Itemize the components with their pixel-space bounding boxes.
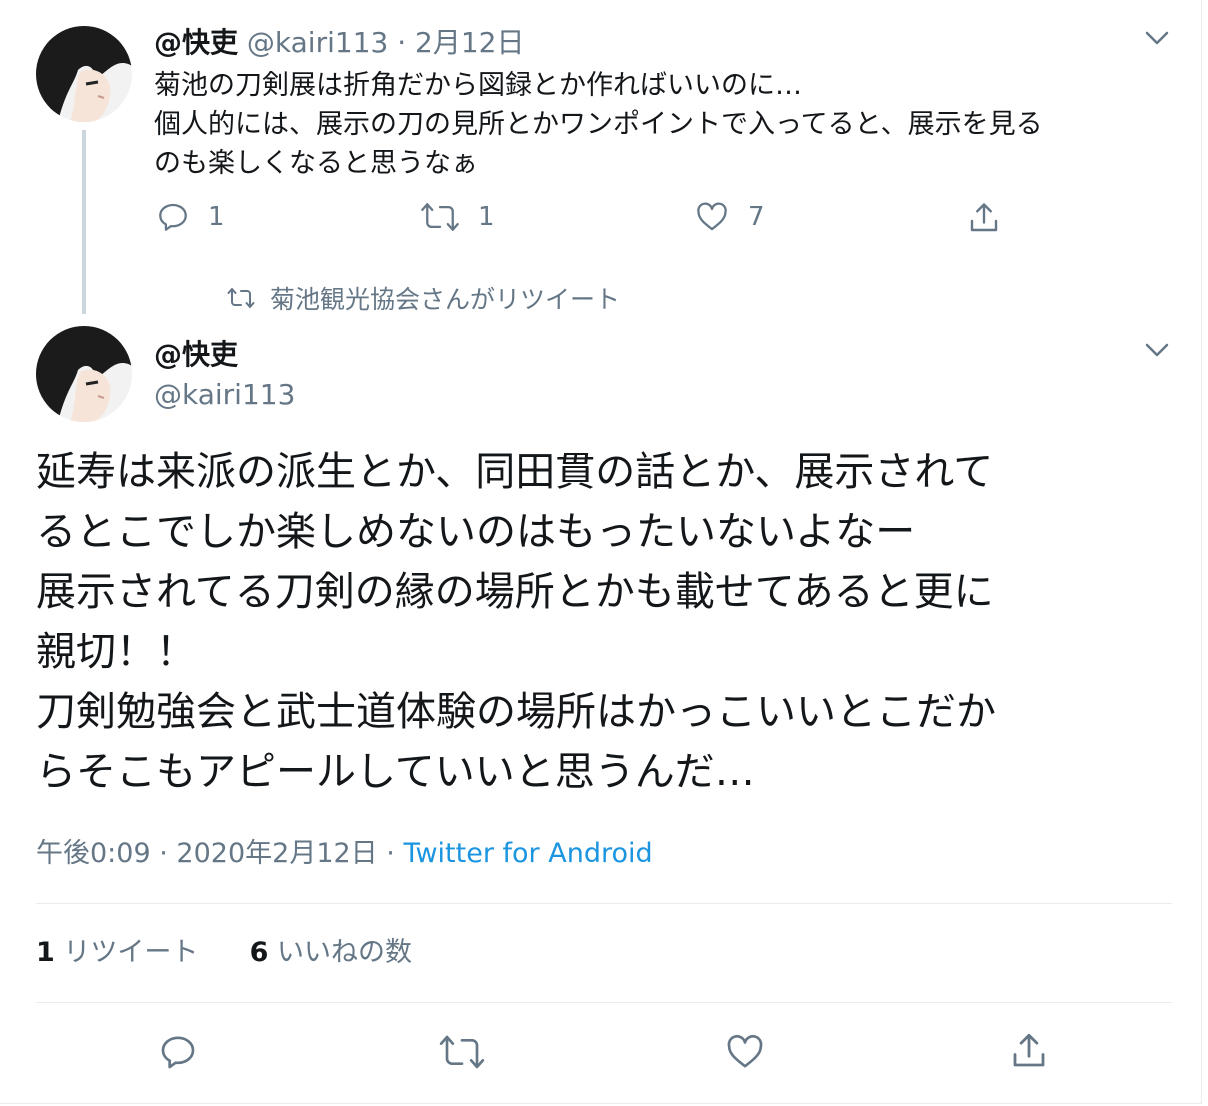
tweet-time[interactable]: 午後0:09	[36, 838, 151, 869]
chevron-down-icon[interactable]	[1144, 342, 1170, 360]
user-handle[interactable]: @kairi113	[247, 26, 388, 59]
tweet-text-line: 親切！！	[36, 629, 196, 675]
divider	[36, 1002, 1172, 1003]
user-handle[interactable]: @kairi113	[154, 376, 295, 414]
reply-button[interactable]: 1	[156, 200, 225, 234]
retweet-button[interactable]: 1	[420, 200, 495, 234]
tweet-date[interactable]: 2020年2月12日	[176, 838, 377, 869]
tweet-text-line: 延寿は来派の派生とか、同田貫の話とか、展示されて	[36, 449, 994, 495]
tweet-text-line: 菊池の刀剣展は折角だから図録とか作ればいいのに…	[154, 70, 802, 101]
avatar-image	[36, 326, 132, 422]
tweet-text-line: るとこでしか楽しめないのはもったいないよなー	[36, 509, 916, 555]
divider	[36, 903, 1172, 904]
tweet-text-line: 展示されてる刀剣の縁の場所とかも載せてあると更に	[36, 569, 994, 615]
like-button[interactable]	[724, 1032, 766, 1072]
retweet-context-label: 菊池観光協会さんがリツイート	[270, 285, 621, 314]
likes-label: いいねの数	[276, 937, 412, 968]
reply-tweet-text: 菊池の刀剣展は折角だから図録とか作ればいいのに… 個人的には、展示の刀の見所とか…	[154, 66, 1164, 183]
tweet-text-line: のも楽しくなると思うなぁ	[154, 148, 478, 179]
reply-button[interactable]	[158, 1032, 198, 1072]
separator: ·	[397, 26, 407, 59]
reply-count: 1	[208, 202, 225, 232]
retweet-button[interactable]	[438, 1032, 486, 1072]
tweet-date[interactable]: 2月12日	[415, 26, 524, 59]
like-count: 7	[748, 202, 765, 232]
tweet-text-line: 刀剣勉強会と武士道体験の場所はかっこいいとこだか	[36, 689, 996, 735]
display-name[interactable]: @快吏	[154, 336, 238, 374]
display-name[interactable]: @快吏	[154, 26, 238, 59]
share-button[interactable]	[1008, 1030, 1050, 1072]
tweet-stats: 1 リツイート 6 いいねの数	[36, 934, 412, 972]
reply-header: @快吏 @kairi113 · 2月12日	[154, 24, 525, 62]
share-button[interactable]	[966, 200, 1002, 236]
likes-count: 6	[249, 937, 269, 968]
share-icon	[1013, 1033, 1045, 1067]
tweet-text-line: らそこもアピールしていいと思うんだ…	[36, 749, 755, 795]
retweet-icon	[227, 288, 255, 308]
avatar[interactable]	[36, 26, 132, 122]
avatar-image	[36, 26, 132, 122]
separator: ·	[386, 838, 395, 869]
like-icon	[727, 1034, 763, 1068]
main-tweet-text: 延寿は来派の派生とか、同田貫の話とか、展示されて るとこでしか楽しめないのはもっ…	[36, 442, 1176, 802]
retweets-stat[interactable]: 1 リツイート	[36, 937, 207, 968]
like-button[interactable]: 7	[694, 200, 765, 234]
tweet-source-link[interactable]: Twitter for Android	[403, 838, 652, 869]
likes-stat[interactable]: 6 いいねの数	[250, 937, 412, 968]
retweet-context[interactable]: 菊池観光協会さんがリツイート	[226, 280, 620, 316]
avatar[interactable]	[36, 326, 132, 422]
reply-icon	[161, 1036, 195, 1069]
tweet-text-line: 個人的には、展示の刀の見所とかワンポイントで入ってると、展示を見る	[154, 109, 1043, 140]
retweets-label: リツイート	[63, 937, 199, 968]
separator: ·	[159, 838, 168, 869]
chevron-down-icon[interactable]	[1144, 30, 1170, 48]
retweet-icon	[439, 1035, 485, 1069]
retweets-count: 1	[36, 937, 55, 968]
like-icon	[697, 202, 727, 231]
retweet-count: 1	[478, 202, 495, 232]
retweet-icon	[421, 203, 459, 231]
thread-line	[82, 130, 86, 314]
tweet-metadata: 午後0:09 · 2020年2月12日 · Twitter for Androi…	[36, 836, 653, 872]
reply-icon	[159, 203, 187, 231]
share-icon	[970, 203, 998, 232]
